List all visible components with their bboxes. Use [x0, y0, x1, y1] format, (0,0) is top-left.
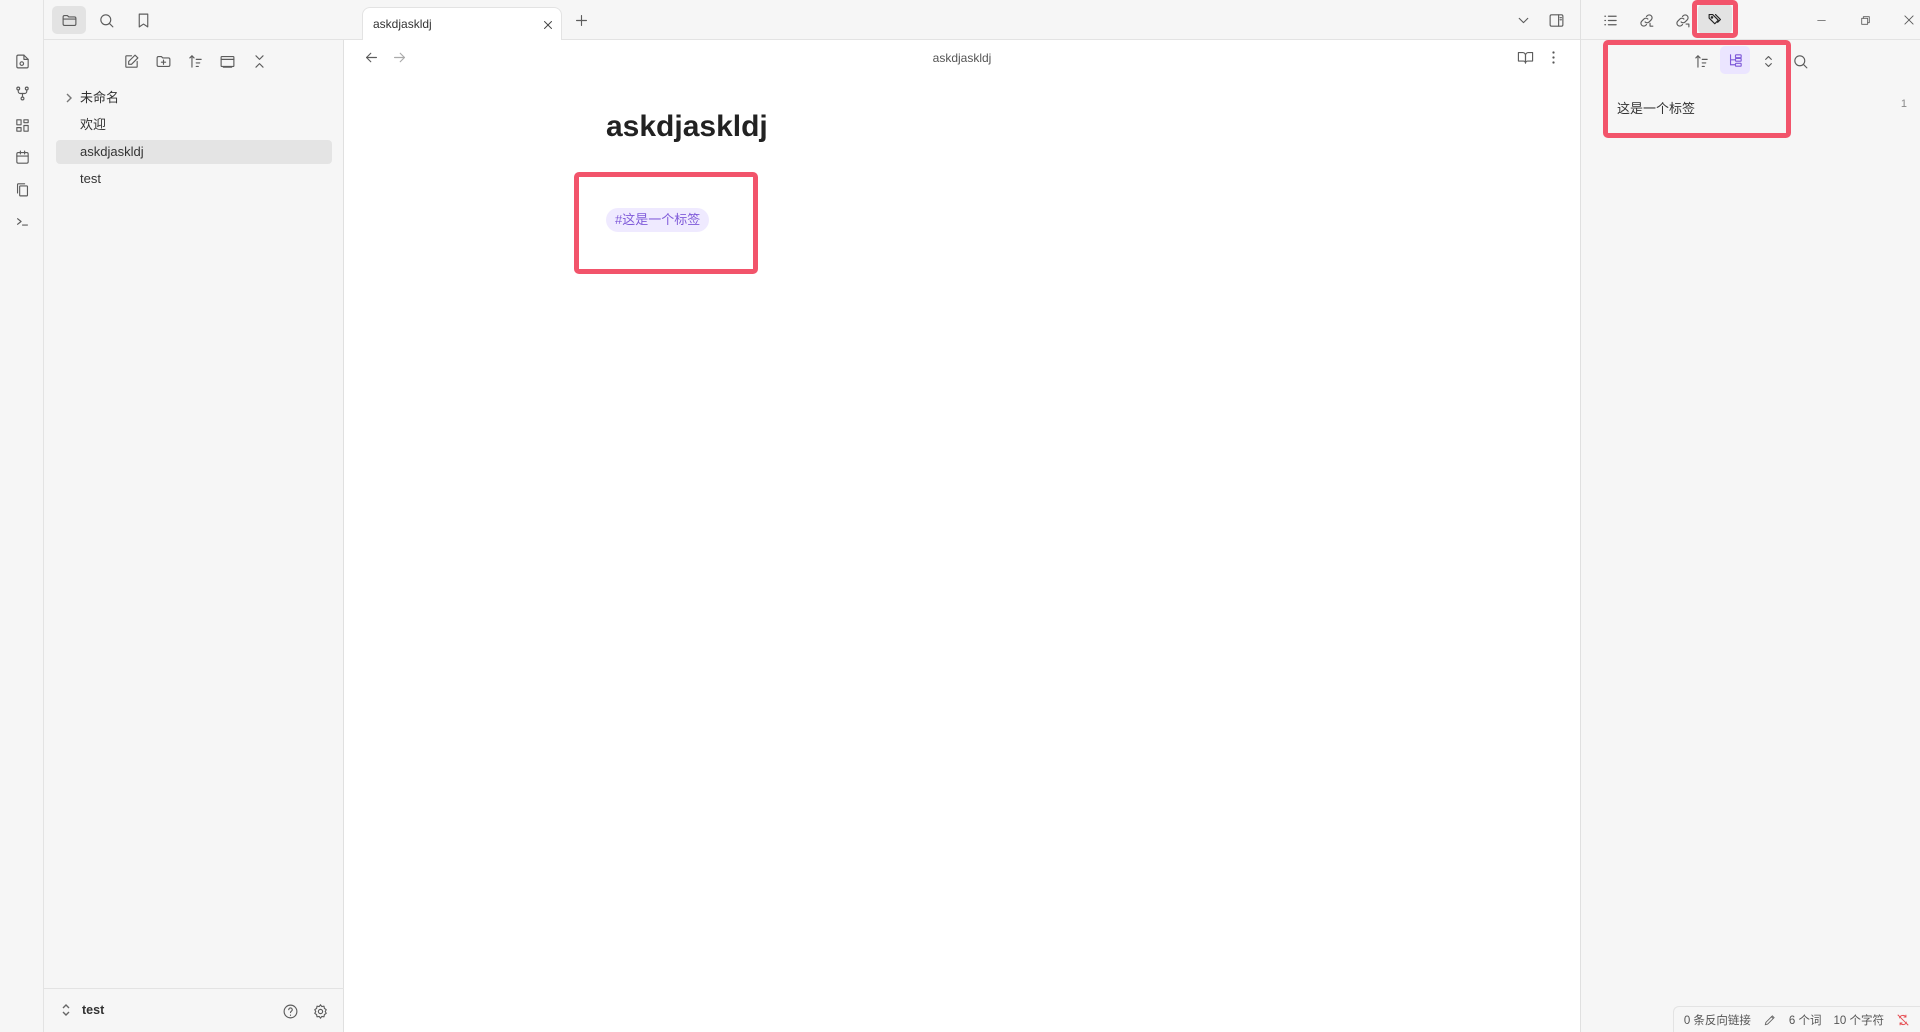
highlight-box	[1603, 40, 1791, 138]
files-icon	[16, 182, 28, 196]
editing-mode-icon[interactable]	[1763, 1013, 1777, 1027]
more-vertical-icon	[1551, 50, 1555, 64]
outline-tab-button[interactable]	[1598, 8, 1622, 32]
ribbon	[0, 0, 44, 1032]
bookmark-icon	[138, 13, 148, 27]
outgoing-links-tab-button[interactable]	[1670, 8, 1694, 32]
chevron-right-icon	[64, 93, 74, 103]
change-sort-order-button[interactable]	[182, 48, 208, 74]
tab-title: askdjaskldj	[373, 17, 432, 31]
book-open-icon	[1517, 51, 1533, 64]
insert-template-button[interactable]	[9, 176, 35, 202]
toggle-right-sidebar-button[interactable]	[1544, 8, 1568, 32]
restore-icon	[1860, 15, 1870, 25]
bookmarks-tab-button[interactable]	[131, 8, 155, 32]
tab-bar: askdjaskldj	[344, 0, 1580, 41]
vault-switcher-bar: test	[44, 988, 344, 1032]
status-bar: 0 条反向链接 6 个词 10 个字符	[1672, 1006, 1920, 1032]
tab-list-button[interactable]	[1512, 9, 1534, 31]
close-icon	[544, 21, 552, 29]
help-button[interactable]	[278, 999, 302, 1023]
search-icon	[1793, 54, 1807, 68]
calendar-icon	[15, 150, 29, 164]
sort-icon	[188, 54, 202, 68]
editor-pane: askdjaskldj askdjaskldj #这是一个标签	[344, 40, 1580, 1032]
close-icon	[1904, 15, 1914, 25]
reading-view-button[interactable]	[1514, 46, 1536, 68]
tree-file-active[interactable]: askdjaskldj	[56, 140, 332, 164]
file-search-icon	[15, 54, 29, 68]
list-icon	[1603, 15, 1617, 25]
new-tab-button[interactable]	[570, 9, 592, 31]
open-command-palette-button[interactable]	[9, 208, 35, 234]
auto-reveal-button[interactable]	[214, 48, 240, 74]
tree-item-label: 未命名	[80, 90, 120, 105]
inline-title[interactable]: askdjaskldj	[606, 110, 768, 144]
open-graph-view-button[interactable]	[9, 80, 35, 106]
word-count: 6 个词	[1788, 1014, 1822, 1027]
tree-folder[interactable]: 未命名	[56, 86, 332, 110]
tab-askdjaskldj[interactable]: askdjaskldj	[362, 7, 562, 41]
gear-icon	[313, 1003, 327, 1019]
search-icon	[99, 13, 113, 27]
open-canvas-button[interactable]	[9, 112, 35, 138]
tag-count: 1	[1900, 98, 1907, 110]
open-quick-switcher-button[interactable]	[9, 48, 35, 74]
files-tab-button[interactable]	[52, 6, 86, 34]
tree-file[interactable]: 欢迎	[56, 113, 332, 137]
chevrons-collapse-icon	[254, 54, 264, 68]
backlinks-count[interactable]: 0 条反向链接	[1684, 1012, 1751, 1028]
open-daily-note-button[interactable]	[9, 144, 35, 170]
file-explorer: 未命名 欢迎 askdjaskldj test test	[44, 40, 344, 1032]
close-window-button[interactable]	[1897, 8, 1920, 32]
vault-switcher[interactable]: test	[60, 1003, 104, 1017]
chevron-down-icon	[1518, 17, 1528, 23]
tree-item-label: 欢迎	[80, 117, 107, 132]
git-fork-icon	[15, 86, 29, 100]
new-folder-button[interactable]	[150, 48, 176, 74]
more-options-button[interactable]	[1542, 46, 1564, 68]
tree-item-label: test	[80, 171, 101, 186]
folder-plus-icon	[156, 55, 170, 67]
layout-dashboard-icon	[15, 118, 29, 132]
character-count: 10 个字符	[1833, 1014, 1885, 1027]
tree-file[interactable]: test	[56, 167, 332, 191]
link-in-icon	[1639, 13, 1653, 27]
collapse-all-button[interactable]	[246, 48, 272, 74]
minimize-window-button[interactable]	[1809, 8, 1833, 32]
plus-icon	[575, 14, 587, 26]
tree-item-label: askdjaskldj	[80, 144, 144, 159]
settings-button[interactable]	[308, 999, 332, 1023]
vault-name: test	[82, 1003, 105, 1017]
right-sidebar-header	[1580, 0, 1920, 40]
chevrons-up-down-icon	[62, 1004, 70, 1016]
search-tab-button[interactable]	[94, 8, 118, 32]
highlight-box	[1692, 0, 1738, 38]
tags-pane: 这是一个标签 1	[1580, 40, 1920, 1032]
close-tab-button[interactable]	[539, 16, 557, 34]
view-header-title[interactable]: askdjaskldj	[344, 51, 1580, 65]
restore-window-button[interactable]	[1853, 8, 1877, 32]
panel-top-icon	[220, 55, 234, 68]
new-note-button[interactable]	[118, 48, 144, 74]
help-circle-icon	[283, 1004, 297, 1018]
left-sidebar-header	[0, 0, 344, 40]
minimize-icon	[1816, 19, 1826, 21]
folder-icon	[62, 14, 76, 26]
backlinks-tab-button[interactable]	[1634, 8, 1658, 32]
link-out-icon	[1675, 13, 1689, 27]
terminal-icon	[16, 217, 28, 226]
sidebar-right-icon	[1549, 13, 1563, 27]
highlight-box	[574, 172, 758, 274]
edit-icon	[124, 54, 138, 68]
sync-status-icon[interactable]	[1896, 1013, 1910, 1027]
